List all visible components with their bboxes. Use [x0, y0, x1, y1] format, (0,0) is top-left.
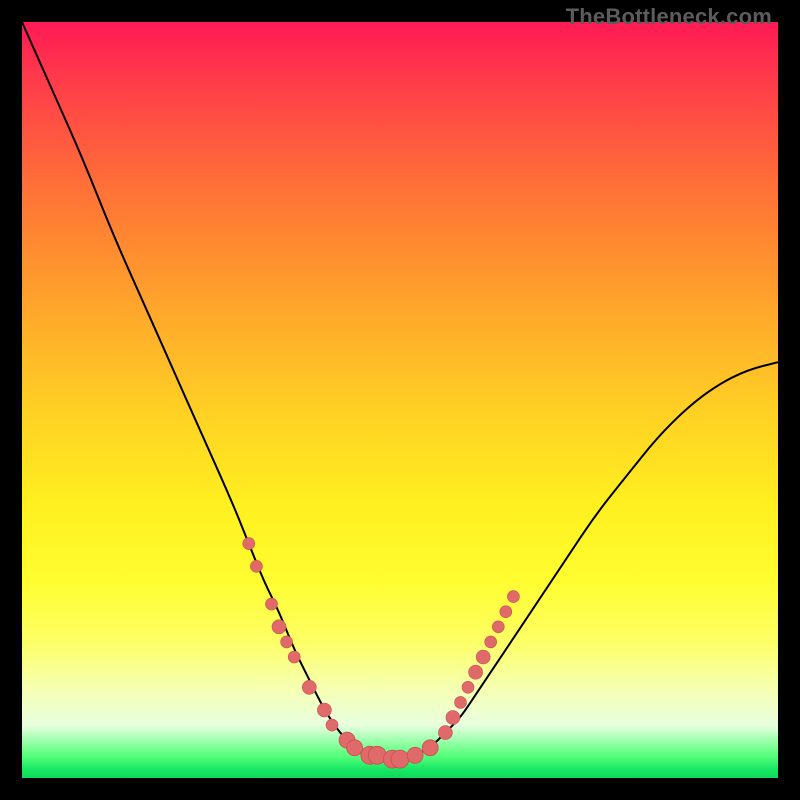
watermark-text: TheBottleneck.com [566, 4, 772, 30]
data-point [407, 747, 423, 763]
data-point [446, 711, 460, 725]
bottleneck-curve [22, 22, 778, 759]
data-point [469, 665, 483, 679]
data-point [500, 606, 512, 618]
data-point [391, 750, 409, 768]
data-point [507, 591, 519, 603]
data-point [492, 621, 504, 633]
data-point [302, 680, 316, 694]
data-point [288, 651, 300, 663]
chart-frame: TheBottleneck.com [0, 0, 800, 800]
data-point [326, 719, 338, 731]
data-point [281, 636, 293, 648]
data-point [476, 650, 490, 664]
data-point [317, 703, 331, 717]
data-point [438, 726, 452, 740]
curve-layer [22, 22, 778, 778]
data-point [266, 598, 278, 610]
data-point [272, 620, 286, 634]
data-point [422, 740, 438, 756]
plot-area [22, 22, 778, 778]
data-point [462, 681, 474, 693]
data-point [250, 560, 262, 572]
data-point [347, 740, 363, 756]
data-point [243, 538, 255, 550]
data-point [455, 696, 467, 708]
data-point [485, 636, 497, 648]
